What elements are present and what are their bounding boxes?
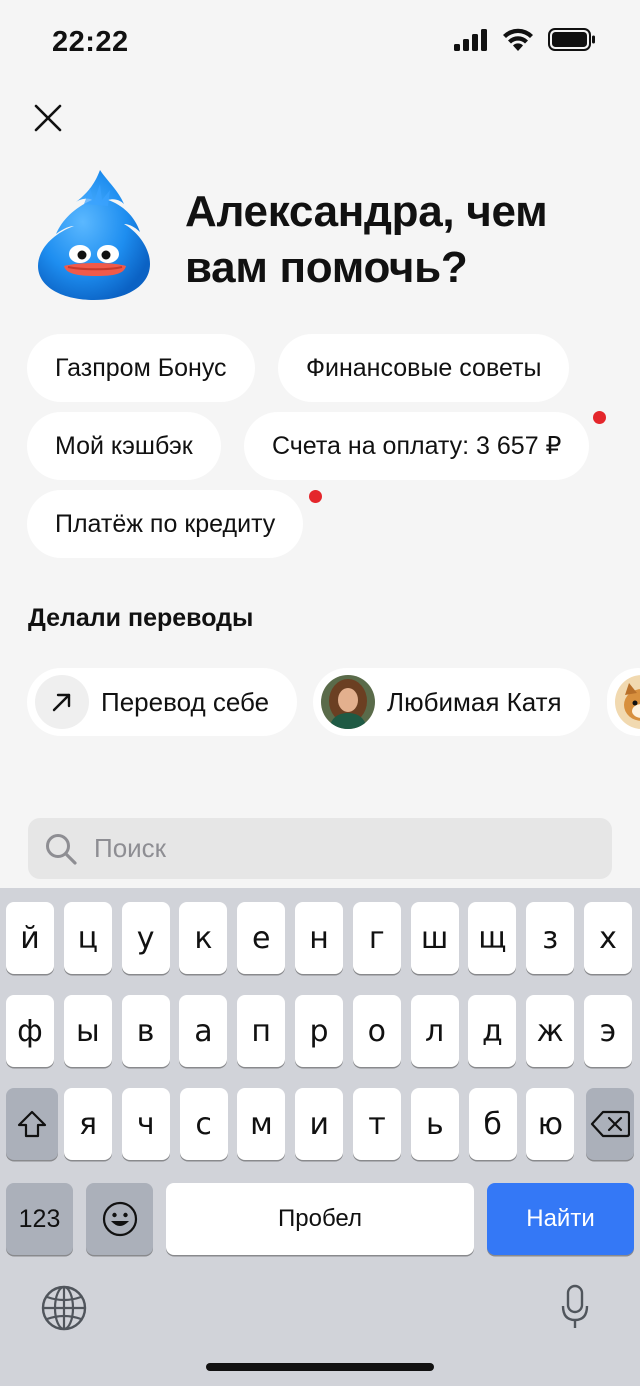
letter-key[interactable]: к xyxy=(179,902,228,974)
letter-key[interactable]: с xyxy=(179,1088,228,1160)
letter-key[interactable]: в xyxy=(121,995,170,1067)
letter-key[interactable]: ч xyxy=(121,1088,170,1160)
close-button[interactable] xyxy=(26,96,70,140)
search-input[interactable] xyxy=(94,833,574,864)
cellular-signal-icon xyxy=(454,28,487,51)
shift-key[interactable] xyxy=(6,1088,58,1160)
letter-key[interactable]: м xyxy=(237,1088,286,1160)
avatar xyxy=(321,675,375,729)
greeting-title: Александра, чем вам помочь? xyxy=(185,187,548,292)
letter-key[interactable]: а xyxy=(179,995,228,1067)
transfer-label: Любимая Катя xyxy=(387,686,562,717)
emoji-icon xyxy=(102,1201,137,1237)
microphone-icon xyxy=(561,1284,589,1328)
transfer-label: Перевод себе xyxy=(101,686,270,717)
chip-bills-to-pay[interactable]: Счета на оплату: 3 657 ₽ xyxy=(244,412,590,480)
mascot-icon xyxy=(38,170,150,300)
letter-key[interactable]: ш xyxy=(410,902,459,974)
letter-key[interactable]: т xyxy=(353,1088,401,1160)
letter-key[interactable]: е xyxy=(237,902,286,974)
transfer-favorite-katya[interactable]: Любимая Катя xyxy=(313,668,590,736)
letter-key[interactable]: х xyxy=(584,902,632,974)
battery-icon xyxy=(548,28,595,51)
letter-key[interactable]: у xyxy=(121,902,170,974)
notification-dot xyxy=(593,411,606,424)
search-icon xyxy=(46,833,77,865)
letter-key[interactable]: я xyxy=(64,1088,112,1160)
notification-dot xyxy=(309,490,322,503)
letter-key[interactable]: л xyxy=(410,995,459,1067)
backspace-key[interactable] xyxy=(586,1088,634,1160)
arrow-up-right-icon xyxy=(52,693,71,712)
letter-key[interactable]: ы xyxy=(63,995,112,1067)
chip-my-cashback[interactable]: Мой кэшбэк xyxy=(27,412,221,480)
letter-key[interactable]: и xyxy=(295,1088,344,1160)
letter-key[interactable]: ф xyxy=(6,995,54,1067)
search-submit-key[interactable]: Найти xyxy=(487,1183,634,1255)
emoji-key[interactable] xyxy=(86,1183,153,1255)
transfers-section-title: Делали переводы xyxy=(28,604,254,632)
chip-financial-advice[interactable]: Финансовые советы xyxy=(278,334,570,402)
backspace-icon xyxy=(590,1110,630,1138)
wifi-icon xyxy=(503,28,533,51)
letter-key[interactable]: б xyxy=(468,1088,517,1160)
letter-key[interactable]: д xyxy=(468,995,517,1067)
letter-key[interactable]: ю xyxy=(526,1088,575,1160)
letter-key[interactable]: г xyxy=(352,902,401,974)
chip-label: Платёж по кредиту xyxy=(55,509,276,538)
letter-key[interactable]: з xyxy=(526,902,575,974)
letter-key[interactable]: ж xyxy=(526,995,575,1067)
numbers-key[interactable]: 123 xyxy=(6,1183,73,1255)
letter-key[interactable]: ь xyxy=(410,1088,459,1160)
home-indicator xyxy=(206,1363,434,1371)
letter-key[interactable]: щ xyxy=(468,902,517,974)
chip-gazprom-bonus[interactable]: Газпром Бонус xyxy=(27,334,255,402)
chip-label: Мой кэшбэк xyxy=(55,431,193,460)
transfer-icon-circle xyxy=(35,675,89,729)
dictation-key[interactable] xyxy=(560,1284,590,1335)
transfer-to-self[interactable]: Перевод себе xyxy=(27,668,298,736)
shift-icon xyxy=(17,1110,47,1138)
letter-key[interactable]: ц xyxy=(63,902,112,974)
globe-icon xyxy=(41,1285,87,1331)
letter-key[interactable]: о xyxy=(352,995,401,1067)
chip-label: Финансовые советы xyxy=(306,353,542,382)
keyboard: 123 Пробел Найти йцукенгшщзх фывапролджэ я… xyxy=(0,888,640,1386)
chip-label: Счета на оплату: 3 657 ₽ xyxy=(272,432,562,460)
globe-key[interactable] xyxy=(40,1284,88,1337)
status-bar: 22:22 xyxy=(0,0,640,88)
letter-key[interactable]: р xyxy=(295,995,343,1067)
letter-key[interactable]: й xyxy=(6,902,54,974)
letter-key[interactable]: н xyxy=(295,902,343,974)
transfer-contact-partial[interactable] xyxy=(607,668,640,736)
space-key[interactable]: Пробел xyxy=(166,1183,474,1255)
chip-loan-payment[interactable]: Платёж по кредиту xyxy=(27,490,304,558)
status-icons xyxy=(454,28,596,51)
letter-key[interactable]: п xyxy=(237,995,286,1067)
dog-avatar-icon xyxy=(615,675,640,729)
close-icon xyxy=(34,104,62,132)
search-bar[interactable] xyxy=(28,818,612,879)
status-time: 22:22 xyxy=(52,26,129,58)
chip-label: Газпром Бонус xyxy=(55,353,227,382)
letter-key[interactable]: э xyxy=(584,995,632,1067)
